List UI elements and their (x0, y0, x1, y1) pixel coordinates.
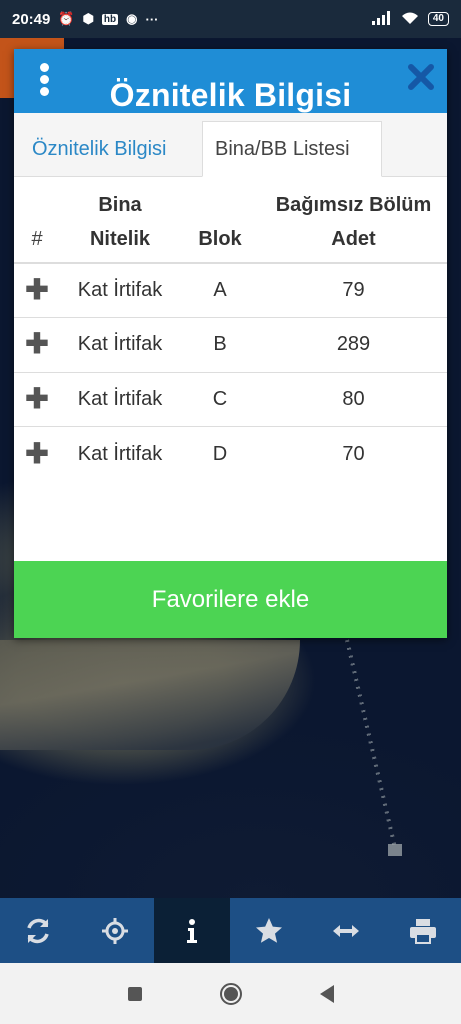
alarm-icon: ⏰ (58, 11, 75, 26)
header-adet-line2: Adet (331, 228, 376, 250)
more-notifications-icon: ··· (145, 11, 159, 27)
header-hash: # (14, 177, 60, 264)
android-nav-bar (0, 963, 461, 1024)
cell-adet: 79 (260, 263, 447, 318)
expand-plus-icon[interactable]: ✚ (25, 383, 48, 414)
cell-blok: D (212, 442, 228, 465)
map-pier-end (388, 844, 402, 856)
circle-icon (219, 982, 242, 1005)
signal-icon (371, 10, 392, 28)
header-nitelik: Bina Nitelik (60, 177, 180, 264)
building-unit-table: # Bina Nitelik Blok Bağımsız Bölüm Adet … (14, 177, 447, 481)
map-toolbar (0, 898, 461, 963)
info-icon[interactable] (153, 898, 231, 963)
square-icon (127, 986, 142, 1001)
header-nitelik-line1: Bina (98, 194, 142, 216)
add-to-favorites-button[interactable]: Favorilere ekle (14, 561, 447, 638)
dialog-title: Öznitelik Bilgisi (109, 77, 352, 113)
cell-blok: C (180, 372, 260, 427)
table-header-row: # Bina Nitelik Blok Bağımsız Bölüm Adet (14, 177, 447, 264)
back-triangle-icon (319, 984, 334, 1003)
cell-adet: 289 (260, 317, 447, 373)
tab-building-list[interactable]: Bina/BB Listesi (202, 121, 382, 177)
wifi-icon (400, 11, 420, 28)
game-icon: ◉ (126, 11, 138, 26)
cell-nitelik: Kat İrtifak (60, 317, 180, 373)
table-row: ✚ Kat İrtifak B 289 (14, 317, 447, 373)
header-adet: Bağımsız Bölüm Adet (260, 177, 447, 264)
attribute-dialog: Öznitelik Bilgisi Öznitelik Bilgisi Bina… (14, 49, 447, 638)
header-nitelik-line2: Nitelik (89, 228, 151, 250)
close-icon[interactable] (407, 63, 435, 91)
cell-nitelik: Kat İrtifak (77, 442, 163, 465)
dialog-header: Öznitelik Bilgisi (14, 49, 447, 113)
cell-nitelik: Kat İrtifak (60, 263, 180, 318)
box-icon: ⬢ (82, 11, 94, 26)
hb-app-icon: hb (101, 13, 119, 25)
status-bar: 20:49 ⏰ ⬢ hb ◉ ··· 40 (0, 0, 461, 38)
refresh-icon[interactable] (0, 898, 77, 963)
expand-plus-icon[interactable]: ✚ (25, 438, 48, 469)
cell-adet: 70 (342, 442, 365, 465)
measure-icon[interactable] (307, 898, 384, 963)
cell-nitelik: Kat İrtifak (60, 372, 180, 427)
header-adet-line1: Bağımsız Bölüm (275, 194, 432, 216)
expand-plus-icon[interactable]: ✚ (25, 328, 48, 359)
home-button[interactable] (183, 982, 279, 1005)
star-icon[interactable] (230, 898, 307, 963)
recents-button[interactable] (87, 986, 183, 1001)
tab-attribute-info[interactable]: Öznitelik Bilgisi (20, 121, 178, 177)
status-time: 20:49 (12, 10, 51, 28)
table-row: ✚ Kat İrtifak D 70 (14, 427, 447, 482)
print-icon[interactable] (384, 898, 461, 963)
cell-blok: B (180, 317, 260, 373)
battery-icon: 40 (427, 12, 449, 26)
dialog-tabs: Öznitelik Bilgisi Bina/BB Listesi (14, 113, 447, 177)
back-button[interactable] (279, 984, 375, 1003)
table-row: ✚ Kat İrtifak C 80 (14, 372, 447, 427)
table-row: ✚ Kat İrtifak A 79 (14, 263, 447, 318)
cell-blok: A (180, 263, 260, 318)
locate-icon[interactable] (77, 898, 154, 963)
cell-adet: 80 (260, 372, 447, 427)
header-blok: Blok (180, 177, 260, 264)
expand-plus-icon[interactable]: ✚ (25, 274, 48, 305)
